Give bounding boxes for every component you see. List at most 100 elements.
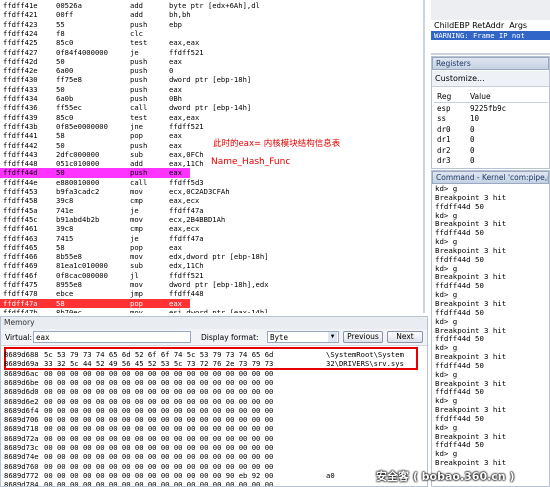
display-format-select[interactable]: Byte ▼ (267, 331, 339, 343)
calls-window[interactable]: ChildEBP RetAddr Args WARNING: Frame IP … (431, 0, 550, 55)
disasm-bytes: ff55ec (56, 103, 82, 113)
virtual-label: Virtual: (5, 333, 33, 342)
memory-addr: 8689d784 (4, 480, 39, 487)
disasm-addr: ffdff424 (3, 28, 38, 38)
disasm-mn: sub (130, 261, 143, 271)
disasm-addr: ffdff434 (3, 94, 38, 103)
register-row[interactable]: dr0 0 (434, 124, 548, 135)
reg-column-header[interactable]: Reg (434, 92, 470, 101)
disasm-addr: ffdff453 (3, 187, 38, 196)
disasm-op: eax,0FCh (169, 149, 204, 159)
disasm-bytes: 50 (56, 56, 65, 66)
disasm-addr: ffdff423 (3, 19, 38, 29)
disasm-op: eax (169, 84, 182, 94)
disasm-mn: je (130, 233, 139, 243)
disasm-bytes: e880010000 (56, 177, 100, 187)
disasm-addr: ffdff461 (3, 224, 38, 234)
disasm-mn: cmp (130, 196, 143, 206)
memory-ascii: \SystemRoot\System (326, 350, 404, 359)
disasm-mn: mov (130, 280, 143, 289)
disasm-mn: sub (130, 149, 143, 159)
disasm-addr: ffdff436 (3, 103, 38, 113)
memory-addr: 8689d6f4 (4, 405, 39, 415)
disasm-mn: pop (130, 131, 143, 141)
disasm-addr: ffdff42e (3, 66, 38, 76)
disasm-op: byte ptr [edx+6Ah],dl (169, 1, 260, 10)
disasm-op: dword ptr [ebp-14h] (169, 103, 252, 113)
disasm-mn: jmp (130, 289, 143, 299)
disasm-bytes: ebce (56, 289, 74, 299)
disasm-bytes: 50 (56, 168, 65, 178)
value-column-header[interactable]: Value (470, 92, 548, 101)
register-name: dr0 (437, 124, 451, 134)
disasm-mn: test (130, 38, 148, 48)
disasm-bytes: 39c8 (56, 196, 74, 206)
memory-hex: 5c 53 79 73 74 65 6d 52 6f 6f 74 5c 53 7… (44, 350, 274, 359)
disasm-op: eax,ecx (169, 224, 200, 234)
register-value[interactable]: 0 (470, 156, 548, 165)
disasm-op: dword ptr [ebp-18h],edx (169, 280, 269, 289)
memory-toolbar: Virtual: eax Display format: Byte ▼ Prev… (1, 329, 427, 346)
disasm-bytes: 741e (56, 205, 74, 215)
disasm-mn: call (130, 103, 148, 113)
previous-button[interactable]: Previous (343, 331, 383, 343)
disasm-mn: jl (130, 270, 139, 280)
register-value[interactable]: 0 (470, 125, 548, 134)
virtual-address-input[interactable]: eax (33, 331, 191, 343)
next-button[interactable]: Next (387, 331, 423, 343)
registers-title: Registers (432, 57, 549, 70)
disasm-addr: ffdff458 (3, 196, 38, 206)
disasm-mn: mov (130, 187, 143, 196)
disasm-mn: je (130, 47, 139, 57)
memory-hex: 00 00 00 00 00 00 00 00 00 00 00 00 00 0… (44, 424, 274, 434)
disasm-mn: mov (130, 252, 143, 262)
disasm-op: eax,ecx (169, 196, 200, 206)
calls-warning-row[interactable]: WARNING: Frame IP not (431, 31, 550, 41)
customize-button[interactable]: Customize... (432, 71, 549, 87)
disasm-op: eax (169, 140, 182, 150)
disasm-op: ffdff5d3 (169, 177, 204, 187)
display-format-label: Display format: (201, 333, 259, 342)
disasm-addr: ffdff41e (3, 1, 38, 10)
registers-table: Reg Value esp 9225fb9c ss 10 dr0 0 dr1 0 dr2 0 dr3… (434, 90, 548, 166)
register-name: dr1 (437, 135, 451, 145)
disasm-mn: push (130, 84, 148, 94)
memory-hex: 00 00 00 00 00 00 00 00 00 00 00 00 00 0… (44, 377, 274, 387)
disasm-op: eax (169, 168, 182, 178)
disasm-bytes: 39c8 (56, 224, 74, 234)
register-value[interactable]: 10 (470, 114, 548, 123)
disasm-addr: ffdff465 (3, 242, 38, 252)
memory-addr: 8689d6e2 (4, 396, 39, 406)
disasm-mn: test (130, 112, 148, 122)
chevron-down-icon[interactable]: ▼ (328, 332, 337, 342)
disasm-mn: pop (130, 298, 143, 308)
disasm-mn: add (130, 159, 143, 169)
registers-window[interactable]: Registers Customize... Reg Value esp 9225… (431, 56, 550, 169)
register-row[interactable]: dr3 0 (434, 156, 548, 167)
register-row[interactable]: dr2 0 (434, 145, 548, 156)
disasm-bytes: 00526a (56, 1, 82, 10)
register-name: ss (437, 114, 447, 124)
disasm-addr: ffdff44d (3, 168, 38, 178)
disasm-addr: ffdff475 (3, 280, 38, 289)
memory-window[interactable]: Memory Virtual: eax Display format: Byte… (0, 316, 428, 487)
disasm-op: 0Bh (169, 94, 182, 103)
register-row[interactable]: dr1 0 (434, 135, 548, 146)
disasm-op: eax,eax (169, 38, 200, 48)
disasm-addr: ffdff46f (3, 270, 38, 280)
disasm-op: dword ptr [ebp-18h] (169, 75, 252, 85)
disasm-op: ecx,2B4BBD1Ah (169, 214, 226, 224)
register-value[interactable]: 0 (470, 146, 548, 155)
disasm-mn: push (130, 168, 148, 178)
register-value[interactable]: 9225fb9c (470, 104, 548, 113)
disasm-addr: ffdff469 (3, 261, 38, 271)
disasm-bytes: 58 (56, 298, 65, 308)
register-row[interactable]: esp 9225fb9c (434, 103, 548, 114)
register-row[interactable]: ss 10 (434, 114, 548, 125)
register-value[interactable]: 0 (470, 135, 548, 144)
memory-ascii: 32\DRIVERS\srv.sys (326, 359, 404, 369)
disasm-bytes: 0f8cac000000 (56, 270, 108, 280)
memory-hex: 00 00 00 00 00 00 00 00 00 00 00 00 00 0… (44, 433, 274, 443)
disasm-bytes: 58 (56, 242, 65, 252)
command-window[interactable]: Command - Kernel 'com:pipe,port kd> gBre… (431, 170, 550, 487)
